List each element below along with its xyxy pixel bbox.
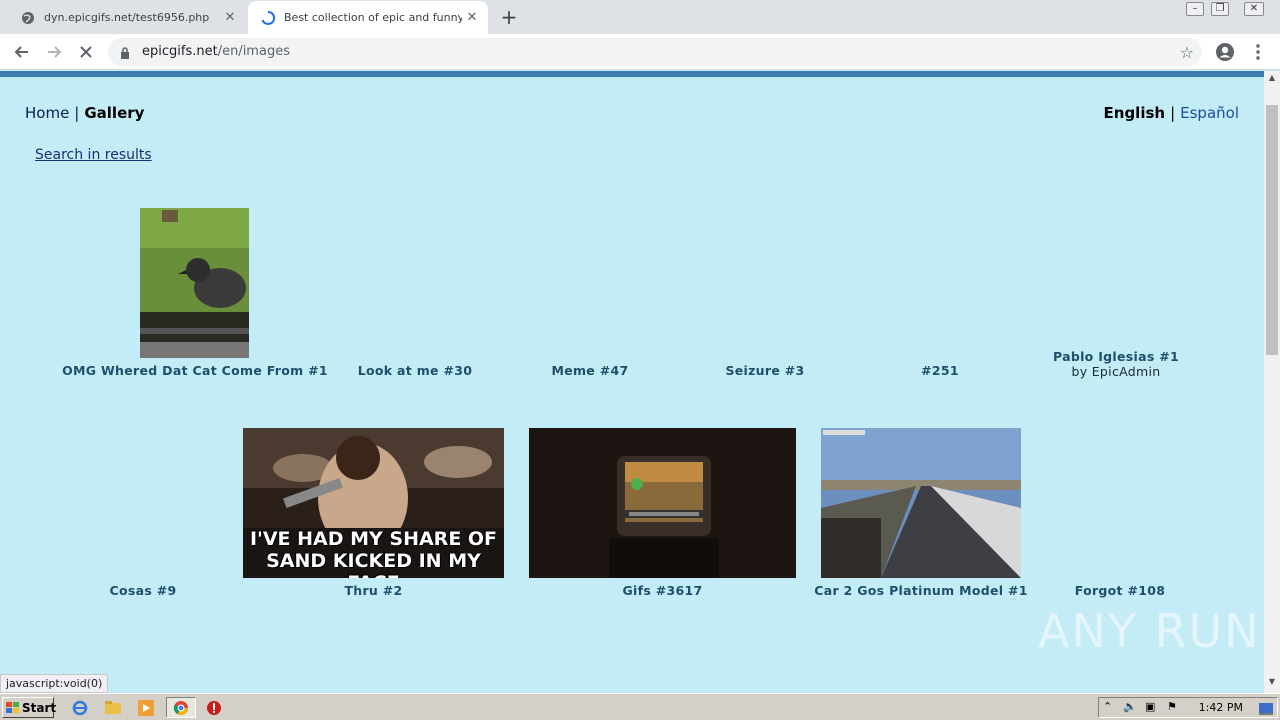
nav-separator: | (74, 104, 80, 122)
status-bubble: javascript:void(0) (0, 674, 109, 693)
lang-separator: | (1170, 104, 1176, 122)
network-icon[interactable]: ▣ (1145, 700, 1155, 713)
start-label: Start (22, 700, 57, 715)
gallery-caption[interactable]: #251 (880, 363, 1000, 378)
ie-icon[interactable] (70, 698, 90, 718)
gallery-caption-author[interactable]: by EpicAdmin (1040, 364, 1192, 379)
scroll-down-icon[interactable]: ▼ (1264, 677, 1280, 691)
tab-active[interactable]: Best collection of epic and funny gifs ✕ (248, 1, 488, 34)
scroll-up-icon[interactable]: ▲ (1264, 73, 1280, 87)
scrollbar-thumb[interactable] (1266, 105, 1278, 355)
stop-loading-icon[interactable] (76, 42, 96, 62)
url-text: epicgifs.net/en/images (142, 44, 290, 59)
gif-overlay-text: I'VE HAD MY SHARE OF SAND KICKED IN MY F… (249, 528, 498, 578)
gallery-caption[interactable]: Cosas #9 (88, 583, 198, 598)
nav-home-link[interactable]: Home (25, 104, 69, 122)
chrome-icon (173, 700, 188, 715)
lock-icon (120, 45, 130, 64)
windows-logo-icon (6, 701, 20, 714)
site-header-bar (0, 71, 1264, 77)
forward-arrow-icon[interactable] (44, 42, 64, 62)
tab-title: Best collection of epic and funny gifs (284, 11, 462, 24)
taskbar-clock[interactable]: 1:42 PM (1199, 701, 1243, 714)
gallery-caption[interactable]: OMG Whered Dat Cat Come From #1 (60, 363, 330, 378)
search-in-results-link[interactable]: Search in results (35, 147, 152, 163)
gallery-caption[interactable]: Look at me #30 (340, 363, 490, 378)
folder-icon[interactable] (103, 698, 123, 718)
volume-icon[interactable]: 🔈 (1123, 700, 1137, 713)
close-icon[interactable]: ✕ (220, 10, 240, 25)
gallery-caption[interactable]: Car 2 Gos Platinum Model #1 (810, 583, 1032, 598)
lang-spanish-link[interactable]: Español (1180, 104, 1239, 122)
gallery-caption[interactable]: Gifs #3617 (592, 583, 733, 598)
address-bar[interactable]: epicgifs.net/en/images ☆ (108, 38, 1202, 66)
tab-inactive[interactable]: dyn.epicgifs.net/test6956.php ✕ (8, 1, 246, 34)
menu-dots-icon[interactable] (1248, 42, 1268, 62)
main-nav: Home | Gallery (25, 104, 144, 122)
lang-english-link[interactable]: English (1104, 104, 1166, 122)
profile-icon[interactable] (1215, 42, 1235, 62)
gallery-thumbnail-singer[interactable]: I'VE HAD MY SHARE OF SAND KICKED IN MY F… (243, 428, 504, 578)
window-close-button[interactable]: ✕ (1244, 2, 1264, 16)
vertical-scrollbar[interactable]: ▲ ▼ (1264, 71, 1280, 693)
start-button[interactable]: Start (2, 697, 57, 718)
gallery-caption[interactable]: Thru #2 (303, 583, 444, 598)
chrome-taskbar-button[interactable] (166, 697, 196, 718)
loading-spinner-icon (260, 10, 276, 26)
gallery-thumbnail-tv[interactable] (529, 428, 796, 578)
gallery-thumbnail-road[interactable] (821, 428, 1021, 578)
globe-icon (20, 10, 36, 26)
back-arrow-icon[interactable] (12, 42, 32, 62)
opera-icon[interactable] (204, 698, 224, 718)
gallery-caption[interactable]: Pablo Iglesias #1 by EpicAdmin (1040, 349, 1192, 379)
tray-expand-icon[interactable]: ⌃ (1103, 700, 1112, 713)
gallery-thumbnail-crow[interactable] (140, 208, 249, 358)
tab-strip: dyn.epicgifs.net/test6956.php ✕ Best col… (0, 0, 1280, 34)
bookmark-star-icon[interactable]: ☆ (1180, 43, 1194, 62)
show-desktop-icon[interactable] (1259, 700, 1273, 719)
new-tab-button[interactable]: + (498, 6, 520, 28)
flag-icon[interactable]: ⚑ (1167, 700, 1177, 713)
nav-gallery-link[interactable]: Gallery (84, 104, 144, 122)
browser-toolbar: epicgifs.net/en/images ☆ (0, 34, 1280, 70)
gallery-caption[interactable]: Forgot #108 (1060, 583, 1180, 598)
media-player-icon[interactable] (136, 698, 156, 718)
page-content: Home | Gallery English | Español Search in r… (0, 71, 1264, 693)
gallery-caption-title[interactable]: Pablo Iglesias #1 (1053, 349, 1179, 364)
anyrun-watermark: ANY RUN (1038, 604, 1261, 658)
language-nav: English | Español (1104, 104, 1239, 122)
system-tray: ⌃ 🔈 ▣ ⚑ 1:42 PM (1098, 697, 1278, 718)
restore-button[interactable]: ❐ (1211, 2, 1229, 16)
close-icon[interactable]: ✕ (462, 10, 482, 25)
gallery-caption[interactable]: Seizure #3 (700, 363, 830, 378)
windows-taskbar: Start ⌃ 🔈 ▣ ⚑ 1:42 PM (0, 693, 1280, 720)
minimize-button[interactable]: – (1186, 2, 1204, 16)
tab-title: dyn.epicgifs.net/test6956.php (44, 11, 210, 24)
gallery-caption[interactable]: Meme #47 (520, 363, 660, 378)
